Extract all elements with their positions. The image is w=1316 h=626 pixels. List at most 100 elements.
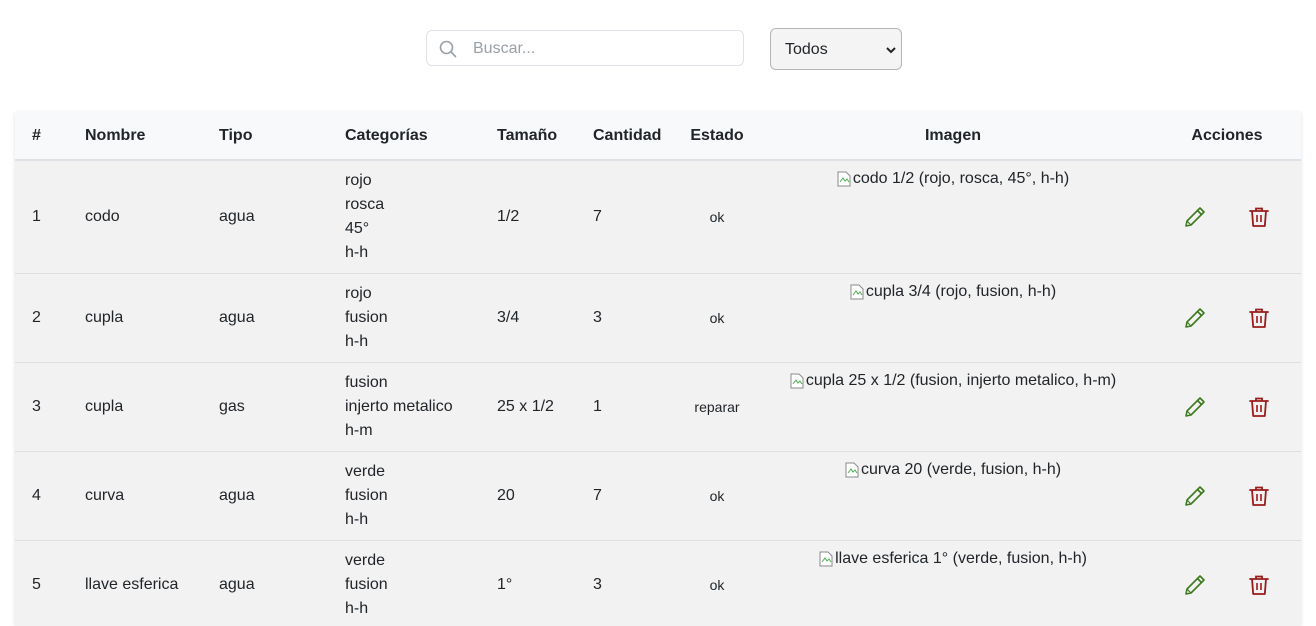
cell-estado: ok xyxy=(681,160,753,274)
category-tag: h-m xyxy=(345,421,373,439)
col-header-num: # xyxy=(15,112,85,161)
table-header-row: # Nombre Tipo Categorías Tamaño Cantidad… xyxy=(15,112,1301,161)
edit-button[interactable] xyxy=(1183,205,1207,229)
cell-estado: ok xyxy=(681,540,753,626)
cell-acciones xyxy=(1153,273,1301,363)
cell-categorias: rojo rosca 45° h-h xyxy=(345,160,497,274)
cell-estado: ok xyxy=(681,451,753,541)
edit-button[interactable] xyxy=(1183,395,1207,419)
pencil-icon xyxy=(1185,307,1205,328)
category-tag: rojo xyxy=(345,284,372,302)
cell-estado: ok xyxy=(681,273,753,363)
pencil-icon xyxy=(1185,206,1205,227)
cell-acciones xyxy=(1153,362,1301,452)
table-row: 1 codo agua rojo rosca 45° h-h 1/2 7 ok cod… xyxy=(15,160,1301,274)
delete-button[interactable] xyxy=(1247,484,1271,508)
broken-image-icon xyxy=(850,284,864,300)
cell-tipo: agua xyxy=(219,273,345,363)
cell-cantidad: 3 xyxy=(593,540,681,626)
image-alt-text: codo 1/2 (rojo, rosca, 45°, h-h) xyxy=(852,170,1070,187)
image-alt-text: llave esferica 1° (verde, fusion, h-h) xyxy=(835,549,1087,567)
products-table: # Nombre Tipo Categorías Tamaño Cantidad… xyxy=(15,112,1301,626)
broken-image-icon xyxy=(837,171,851,187)
delete-button[interactable] xyxy=(1247,306,1271,330)
edit-button[interactable] xyxy=(1183,484,1207,508)
category-tag: fusion xyxy=(345,486,388,504)
cell-cantidad: 3 xyxy=(593,273,681,363)
cell-num: 4 xyxy=(15,451,85,541)
cell-num: 2 xyxy=(15,273,85,363)
category-tag: h-h xyxy=(345,332,369,350)
category-tag: fusion xyxy=(345,308,388,326)
trash-icon xyxy=(1249,575,1269,595)
trash-icon xyxy=(1249,486,1269,506)
category-tag: rosca xyxy=(345,195,385,213)
edit-button[interactable] xyxy=(1183,573,1207,597)
cell-imagen: llave esferica 1° (verde, fusion, h-h) xyxy=(753,540,1153,626)
broken-image: codo 1/2 (rojo, rosca, 45°, h-h) xyxy=(837,170,1069,188)
cell-nombre: codo xyxy=(85,160,219,274)
cell-nombre: curva xyxy=(85,451,219,541)
table-row: 5 llave esferica agua verde fusion h-h 1° … xyxy=(15,540,1301,626)
edit-button[interactable] xyxy=(1183,306,1207,330)
category-tag: verde xyxy=(345,462,386,480)
cell-imagen: cupla 25 x 1/2 (fusion, injerto metalico… xyxy=(753,362,1153,452)
col-header-imagen: Imagen xyxy=(753,112,1153,161)
cell-imagen: curva 20 (verde, fusion, h-h) xyxy=(753,451,1153,541)
cell-num: 1 xyxy=(15,160,85,274)
cell-num: 3 xyxy=(15,362,85,452)
table-row: 3 cupla gas fusion injerto metalico h-m 25… xyxy=(15,362,1301,452)
cell-tamano: 1° xyxy=(497,540,593,626)
cell-tamano: 20 xyxy=(497,451,593,541)
trash-icon xyxy=(1249,207,1269,227)
trash-icon xyxy=(1249,308,1269,328)
delete-button[interactable] xyxy=(1247,395,1271,419)
cell-categorias: rojo fusion h-h xyxy=(345,273,497,363)
table-row: 4 curva agua verde fusion h-h 20 7 ok curv… xyxy=(15,451,1301,541)
cell-nombre: cupla xyxy=(85,273,219,363)
search-icon xyxy=(439,40,457,58)
broken-image-icon xyxy=(845,462,859,478)
col-header-acciones: Acciones xyxy=(1153,112,1301,161)
cell-tipo: gas xyxy=(219,362,345,452)
category-tag: fusion xyxy=(345,575,388,593)
cell-cantidad: 7 xyxy=(593,451,681,541)
category-tag: h-h xyxy=(345,599,369,617)
image-alt-text: cupla 3/4 (rojo, fusion, h-h) xyxy=(865,282,1057,300)
category-tag: fusion xyxy=(345,373,388,391)
col-header-nombre: Nombre xyxy=(85,112,219,161)
cell-tamano: 3/4 xyxy=(497,273,593,363)
delete-button[interactable] xyxy=(1247,205,1271,229)
cell-num: 5 xyxy=(15,540,85,626)
category-tag: rojo xyxy=(345,171,372,189)
cell-cantidad: 7 xyxy=(593,160,681,274)
category-tag: injerto metalico xyxy=(345,397,453,415)
image-alt-text: cupla 25 x 1/2 (fusion, injerto metalico… xyxy=(805,371,1117,389)
cell-categorias: verde fusion h-h xyxy=(345,451,497,541)
cell-imagen: codo 1/2 (rojo, rosca, 45°, h-h) xyxy=(753,160,1153,274)
pencil-icon xyxy=(1185,574,1205,595)
col-header-cantidad: Cantidad xyxy=(593,112,681,161)
cell-acciones xyxy=(1153,160,1301,274)
category-tag: verde xyxy=(345,551,386,569)
col-header-tamano: Tamaño xyxy=(497,112,593,161)
cell-tipo: agua xyxy=(219,160,345,274)
search-input[interactable] xyxy=(471,31,735,67)
col-header-estado: Estado xyxy=(681,112,753,161)
broken-image: curva 20 (verde, fusion, h-h) xyxy=(845,461,1061,479)
broken-image: cupla 25 x 1/2 (fusion, injerto metalico… xyxy=(790,372,1116,390)
category-tag: 45° xyxy=(345,219,370,237)
table-row: 2 cupla agua rojo fusion h-h 3/4 3 ok cupl… xyxy=(15,273,1301,363)
delete-button[interactable] xyxy=(1247,573,1271,597)
col-header-tipo: Tipo xyxy=(219,112,345,161)
col-header-categorias: Categorías xyxy=(345,112,497,161)
image-alt-text: curva 20 (verde, fusion, h-h) xyxy=(860,460,1062,478)
estado-filter-select[interactable]: Todos xyxy=(770,28,902,70)
search-box[interactable] xyxy=(426,30,744,67)
cell-estado: reparar xyxy=(681,362,753,452)
category-tag: h-h xyxy=(345,243,369,261)
cell-nombre: cupla xyxy=(85,362,219,452)
cell-acciones xyxy=(1153,540,1301,626)
cell-tamano: 1/2 xyxy=(497,160,593,274)
pencil-icon xyxy=(1185,485,1205,506)
